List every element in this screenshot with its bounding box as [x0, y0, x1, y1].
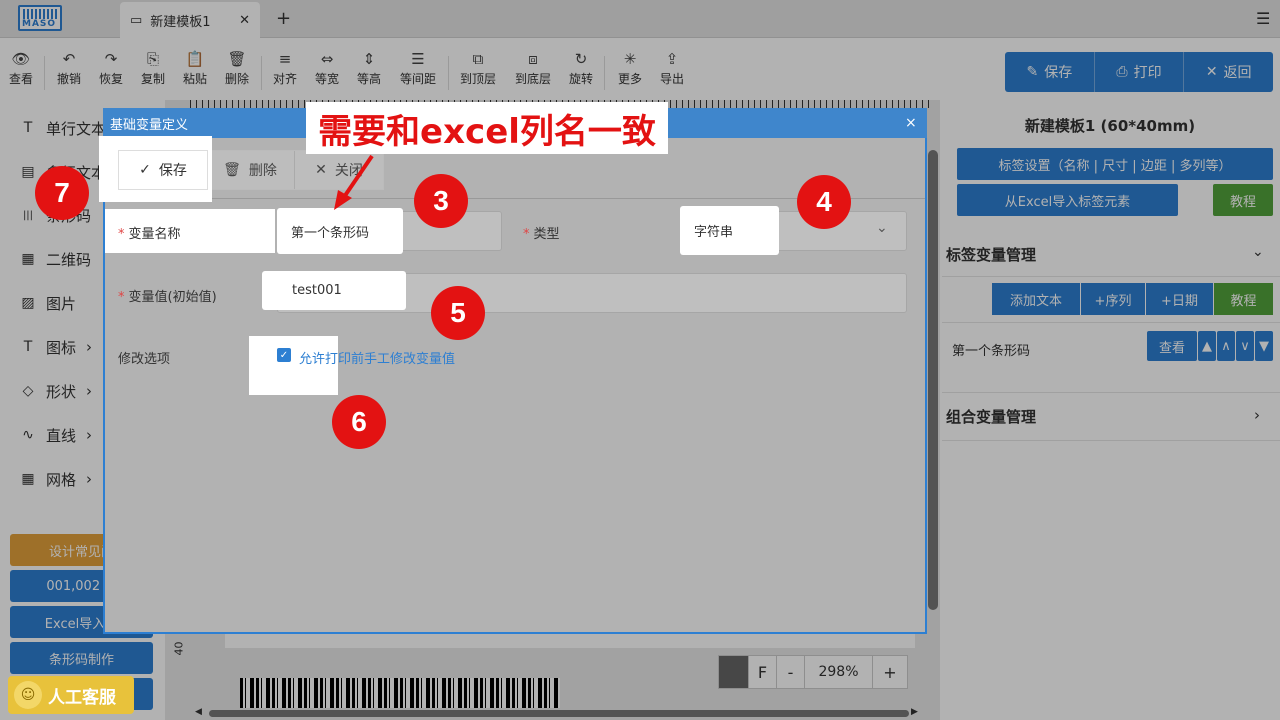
customer-service-button[interactable]: ☺ 人工客服	[8, 676, 134, 714]
annotation-callout: 需要和excel列名一致	[306, 102, 668, 154]
required-mark: *	[118, 290, 125, 305]
annotation-5: 5	[431, 286, 485, 340]
chevron-down-icon[interactable]: ⌄	[876, 220, 888, 236]
customer-service-label: 人工客服	[48, 687, 116, 708]
modify-options-label: 修改选项	[118, 352, 171, 367]
check-icon: ✓	[139, 162, 151, 178]
init-value-input-value[interactable]: test001	[262, 271, 406, 310]
modify-checkbox-label[interactable]: 允许打印前手工修改变量值	[299, 348, 455, 367]
annotation-arrow	[334, 154, 374, 210]
close-icon: ✕	[315, 162, 327, 178]
name-input-value[interactable]: 第一个条形码	[277, 208, 403, 254]
type-select-value[interactable]: 字符串	[680, 206, 779, 255]
agent-avatar-icon: ☺	[14, 681, 42, 709]
dialog-delete-label: 删除	[248, 163, 277, 179]
annotation-6: 6	[332, 395, 386, 449]
dialog-close-button[interactable]: ×	[905, 115, 917, 131]
annotation-7: 7	[35, 166, 89, 220]
modify-checkbox[interactable]: ✓	[277, 348, 291, 362]
dialog-save-button-highlighted[interactable]: ✓ 保存	[118, 150, 208, 190]
required-mark: *	[118, 227, 125, 242]
init-value-label-text: 变量值(初始值)	[128, 290, 217, 305]
type-label: * 类型	[523, 223, 560, 242]
type-label-text: 类型	[533, 227, 560, 242]
name-label-text: 变量名称	[128, 227, 181, 242]
annotation-3: 3	[414, 174, 468, 228]
required-mark: *	[523, 227, 530, 242]
dialog-delete-button[interactable]: 🗑 删除	[206, 151, 295, 189]
name-label: * 变量名称	[118, 223, 181, 242]
dialog-save-label: 保存	[158, 163, 187, 179]
init-value-label: * 变量值(初始值)	[118, 286, 217, 305]
trash-icon: 🗑	[223, 162, 241, 178]
annotation-4: 4	[797, 175, 851, 229]
dialog-title: 基础变量定义	[110, 118, 189, 133]
